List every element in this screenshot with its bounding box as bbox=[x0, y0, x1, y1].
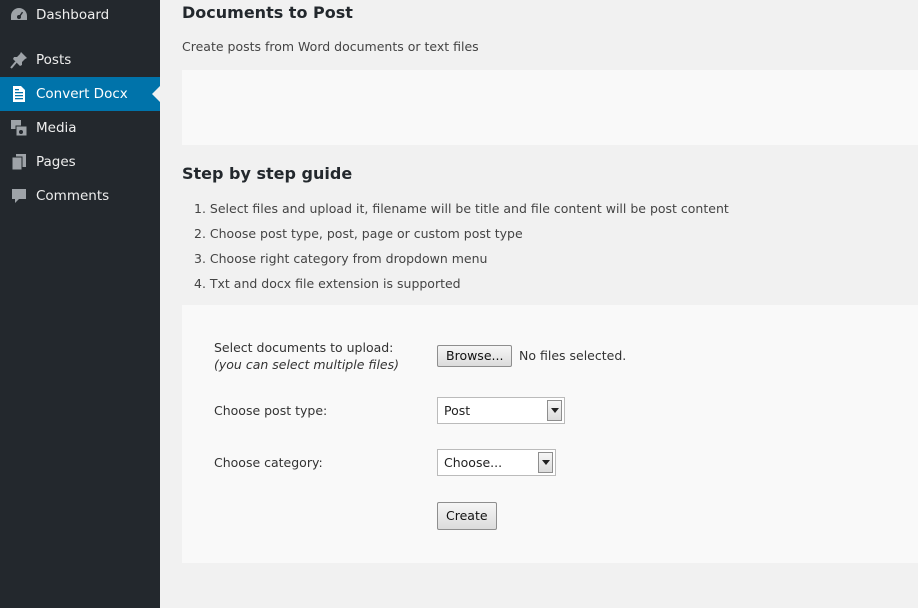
browse-button[interactable]: Browse... bbox=[437, 345, 513, 367]
sidebar-item-posts[interactable]: Posts bbox=[0, 43, 160, 77]
guide-step: 1. Select files and upload it, filename … bbox=[194, 201, 729, 216]
media-icon bbox=[10, 119, 28, 137]
guide-step: 4. Txt and docx file extension is suppor… bbox=[194, 276, 461, 291]
page-title: Documents to Post bbox=[182, 3, 353, 22]
dashboard-icon bbox=[10, 6, 28, 24]
post-type-label: Choose post type: bbox=[214, 403, 328, 418]
upload-form: Select documents to upload: (you can sel… bbox=[182, 305, 918, 563]
pin-icon bbox=[10, 51, 28, 69]
comment-icon bbox=[10, 187, 28, 205]
sidebar-item-convert-docx[interactable]: Convert Docx bbox=[0, 77, 160, 111]
upload-hint: (you can select multiple files) bbox=[214, 357, 400, 372]
document-icon bbox=[10, 85, 28, 103]
guide-step: 3. Choose right category from dropdown m… bbox=[194, 251, 488, 266]
guide-title: Step by step guide bbox=[182, 164, 353, 183]
empty-panel bbox=[182, 70, 918, 145]
category-label: Choose category: bbox=[214, 455, 323, 470]
main-content: Documents to Post Create posts from Word… bbox=[160, 0, 918, 608]
sidebar-item-media[interactable]: Media bbox=[0, 111, 160, 145]
sidebar-item-label: Convert Docx bbox=[36, 86, 128, 102]
chevron-down-icon[interactable] bbox=[547, 400, 562, 421]
sidebar-item-pages[interactable]: Pages bbox=[0, 145, 160, 179]
category-value: Choose... bbox=[444, 455, 503, 470]
post-type-select[interactable]: Post bbox=[437, 397, 565, 424]
sidebar-item-label: Media bbox=[36, 120, 77, 136]
sidebar-item-label: Comments bbox=[36, 188, 110, 204]
sidebar-item-label: Pages bbox=[36, 154, 76, 170]
create-button[interactable]: Create bbox=[437, 502, 497, 530]
upload-label: Select documents to upload: (you can sel… bbox=[214, 340, 399, 372]
guide-step: 2. Choose post type, post, page or custo… bbox=[194, 226, 523, 241]
post-type-value: Post bbox=[444, 403, 471, 418]
sidebar-item-label: Dashboard bbox=[36, 7, 110, 23]
sidebar-item-dashboard[interactable]: Dashboard bbox=[0, 0, 160, 32]
chevron-down-icon[interactable] bbox=[538, 452, 553, 473]
pages-icon bbox=[10, 153, 28, 171]
admin-sidebar: Dashboard Posts Convert Docx Media Pages… bbox=[0, 0, 160, 608]
guide-list: 1. Select files and upload it, filename … bbox=[194, 200, 729, 300]
upload-label-text: Select documents to upload: bbox=[214, 340, 394, 355]
category-select[interactable]: Choose... bbox=[437, 449, 556, 476]
sidebar-item-label: Posts bbox=[36, 52, 72, 68]
page-description: Create posts from Word documents or text… bbox=[182, 39, 479, 54]
sidebar-item-comments[interactable]: Comments bbox=[0, 179, 160, 213]
file-status: No files selected. bbox=[519, 348, 627, 363]
